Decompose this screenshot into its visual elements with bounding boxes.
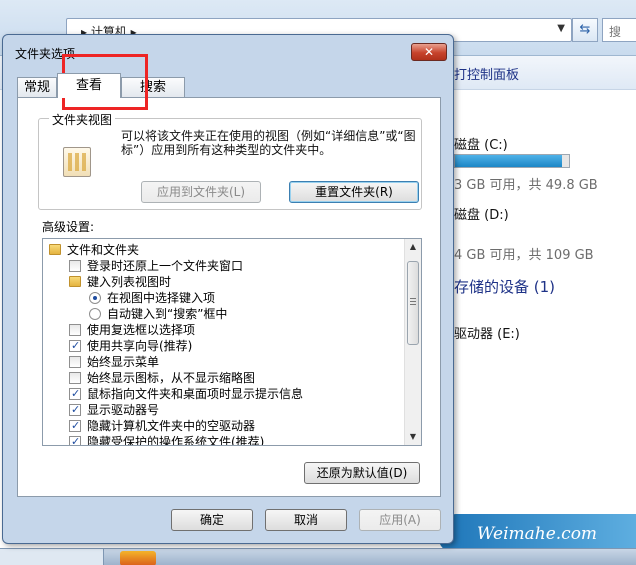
address-dropdown-icon[interactable]: ▼	[557, 23, 565, 34]
taskbar-item[interactable]	[0, 549, 104, 565]
apply-button[interactable]: 应用(A)	[359, 509, 441, 531]
tree-item-label: 使用共享向导(推荐)	[87, 339, 193, 353]
checkbox-icon[interactable]	[69, 338, 81, 354]
taskbar	[0, 548, 636, 565]
checkbox-icon[interactable]	[69, 356, 81, 368]
tab-view[interactable]: 查看	[57, 73, 121, 98]
tree-item-label: 始终显示图标，从不显示缩略图	[87, 371, 256, 385]
advanced-settings-list[interactable]: ▲ ▼ 文件和文件夹登录时还原上一个文件夹窗口 键入列表视图时在视图中选择键入项自…	[42, 238, 422, 446]
folder-icon	[69, 276, 81, 287]
taskbar-app-icon[interactable]	[120, 551, 156, 565]
drive-c-usage-fill	[455, 155, 563, 167]
tree-item-label: 始终显示菜单	[87, 355, 160, 369]
folder-views-icon	[63, 147, 91, 177]
removable-section-heading: 存储的设备 (1)	[454, 278, 556, 296]
checkbox-icon[interactable]	[69, 386, 81, 402]
drive-e-label[interactable]: 驱动器 (E:)	[454, 323, 520, 342]
tree-item-label: 键入列表视图时	[87, 275, 172, 289]
folder-views-label: 文件夹视图	[49, 111, 116, 128]
tree-item-label: 使用复选框以选择项	[87, 323, 196, 337]
cancel-button[interactable]: 取消	[265, 509, 347, 531]
advanced-list-scrollbar[interactable]: ▲ ▼	[404, 239, 421, 445]
tree-item-label: 在视图中选择键入项	[107, 291, 216, 305]
drive-d-info: 4 GB 可用，共 109 GB	[454, 248, 594, 263]
checkbox-icon[interactable]	[69, 372, 81, 384]
open-control-panel-link[interactable]: 打控制面板	[454, 64, 519, 83]
folder-options-dialog: 文件夹选项 ✕ 常规 查看 搜索 文件夹视图 可以将该文件夹正在使用的视图（例如…	[2, 34, 454, 544]
search-placeholder: 搜	[609, 25, 622, 39]
checkbox-icon[interactable]	[69, 418, 81, 434]
folder-views-description: 可以将该文件夹正在使用的视图（例如“详细信息”或“图标”）应用到所有这种类型的文…	[121, 129, 416, 157]
tree-item-label: 登录时还原上一个文件夹窗口	[87, 259, 244, 273]
radio-icon[interactable]	[89, 308, 101, 320]
checkbox-icon[interactable]	[69, 260, 81, 272]
drive-d-label[interactable]: 磁盘 (D:)	[454, 204, 509, 223]
tab-general[interactable]: 常规	[17, 77, 57, 97]
ok-button[interactable]: 确定	[171, 509, 253, 531]
close-icon[interactable]: ✕	[411, 43, 447, 61]
tree-item-label: 隐藏受保护的操作系统文件(推荐)	[87, 435, 265, 446]
tree-item-label: 自动键入到“搜索”框中	[107, 307, 228, 321]
scrollbar-thumb[interactable]	[407, 261, 419, 345]
scroll-down-icon[interactable]: ▼	[405, 429, 421, 445]
folder-icon	[49, 244, 61, 255]
search-input[interactable]: 搜	[602, 18, 636, 42]
radio-icon[interactable]	[89, 292, 101, 304]
tree-item-label: 隐藏计算机文件夹中的空驱动器	[87, 419, 256, 433]
folder-views-group: 文件夹视图 可以将该文件夹正在使用的视图（例如“详细信息”或“图标”）应用到所有…	[38, 111, 422, 210]
apply-to-folders-button[interactable]: 应用到文件夹(L)	[141, 181, 261, 203]
refresh-button[interactable]: ⇆	[572, 18, 598, 42]
reset-folders-button[interactable]: 重置文件夹(R)	[289, 181, 419, 203]
checkbox-icon[interactable]	[69, 324, 81, 336]
tree-item-label: 鼠标指向文件夹和桌面项时显示提示信息	[87, 387, 304, 401]
scroll-up-icon[interactable]: ▲	[405, 239, 421, 255]
tree-item-label: 显示驱动器号	[87, 403, 160, 417]
advanced-settings-label: 高级设置:	[42, 220, 95, 234]
drive-c-usage-bar	[454, 154, 570, 168]
view-tab-panel: 文件夹视图 可以将该文件夹正在使用的视图（例如“详细信息”或“图标”）应用到所有…	[17, 97, 441, 497]
checkbox-icon[interactable]	[69, 402, 81, 418]
drive-c-info: 3 GB 可用，共 49.8 GB	[454, 178, 598, 193]
grip-icon	[410, 298, 416, 306]
checkbox-icon[interactable]	[69, 434, 81, 445]
tree-item-label: 文件和文件夹	[67, 243, 140, 257]
restore-defaults-button[interactable]: 还原为默认值(D)	[304, 462, 420, 484]
drive-c-label[interactable]: 磁盘 (C:)	[454, 134, 508, 153]
